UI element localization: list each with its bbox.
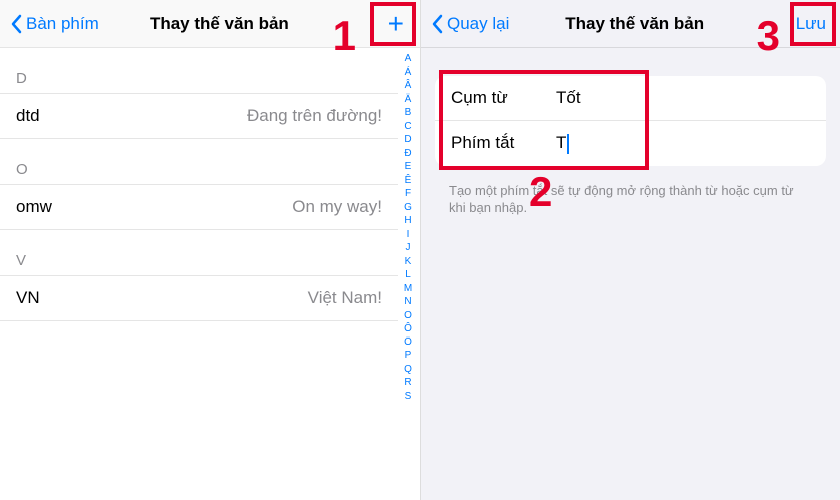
index-letter[interactable]: S [405,390,412,404]
shortcut-expansion: On my way! [292,197,382,217]
list-item[interactable]: VN Việt Nam! [0,275,398,321]
index-letter[interactable]: A [405,52,412,66]
text-cursor-icon [567,134,569,154]
edit-form-card: Cụm từ Tốt Phím tắt T [435,76,826,166]
phrase-label: Cụm từ [451,88,556,108]
index-letter[interactable]: D [404,133,411,147]
shortcut-key: omw [16,197,52,217]
section-header: V [0,230,398,275]
index-letter[interactable]: I [407,228,410,242]
index-letter[interactable]: Ä [405,93,412,107]
section-header: D [0,48,398,93]
shortcut-expansion: Đang trên đường! [247,106,382,126]
index-letter[interactable]: H [404,214,411,228]
back-label: Quay lại [447,14,509,34]
index-letter[interactable]: Ô [404,322,412,336]
chevron-left-icon [10,14,22,34]
phrase-input[interactable]: Tốt [556,88,810,108]
screen-text-replacement-edit: Quay lại Thay thế văn bản Lưu Cụm từ Tốt… [420,0,840,500]
shortcut-row[interactable]: Phím tắt T [435,120,826,166]
replacement-list: D dtd Đang trên đường! O omw On my way! … [0,48,420,321]
save-button[interactable]: Lưu [792,14,830,34]
index-letter[interactable]: R [404,376,411,390]
navbar-left: Bàn phím Thay thế văn bản + [0,0,420,48]
back-label: Bàn phím [26,14,99,34]
index-letter[interactable]: Á [405,66,412,80]
shortcut-label: Phím tắt [451,133,556,153]
index-letter[interactable]: O [404,309,412,323]
index-letter[interactable]: G [404,201,412,215]
chevron-left-icon [431,14,443,34]
shortcut-key: VN [16,288,40,308]
page-title-right: Thay thế văn bản [509,14,760,34]
back-button-keyboard[interactable]: Bàn phím [10,14,99,34]
alphabet-index-rail[interactable]: AÁÂÄBCDĐEÊFGHIJKLMNOÔÖPQRS [400,52,416,403]
index-letter[interactable]: E [405,160,412,174]
phrase-row[interactable]: Cụm từ Tốt [435,76,826,120]
section-header: O [0,139,398,184]
add-button[interactable]: + [382,10,410,38]
shortcut-input-value: T [556,133,566,152]
index-letter[interactable]: N [404,295,411,309]
shortcut-input[interactable]: T [556,133,810,154]
index-letter[interactable]: K [405,255,412,269]
screen-text-replacement-list: Bàn phím Thay thế văn bản + D dtd Đang t… [0,0,420,500]
page-title-left: Thay thế văn bản [99,14,340,34]
index-letter[interactable]: L [405,268,411,282]
index-letter[interactable]: Â [405,79,412,93]
navbar-right: Quay lại Thay thế văn bản Lưu [421,0,840,48]
back-button-return[interactable]: Quay lại [431,14,509,34]
list-item[interactable]: omw On my way! [0,184,398,230]
index-letter[interactable]: Đ [404,147,411,161]
index-letter[interactable]: F [405,187,411,201]
list-item[interactable]: dtd Đang trên đường! [0,93,398,139]
index-letter[interactable]: P [405,349,412,363]
index-letter[interactable]: M [404,282,412,296]
index-letter[interactable]: Ê [405,174,412,188]
form-hint-text: Tạo một phím tắt sẽ tự động mở rộng thàn… [421,174,840,217]
index-letter[interactable]: Q [404,363,412,377]
shortcut-key: dtd [16,106,40,126]
index-letter[interactable]: Ö [404,336,412,350]
shortcut-expansion: Việt Nam! [308,288,382,308]
index-letter[interactable]: J [406,241,411,255]
index-letter[interactable]: B [405,106,412,120]
index-letter[interactable]: C [404,120,411,134]
